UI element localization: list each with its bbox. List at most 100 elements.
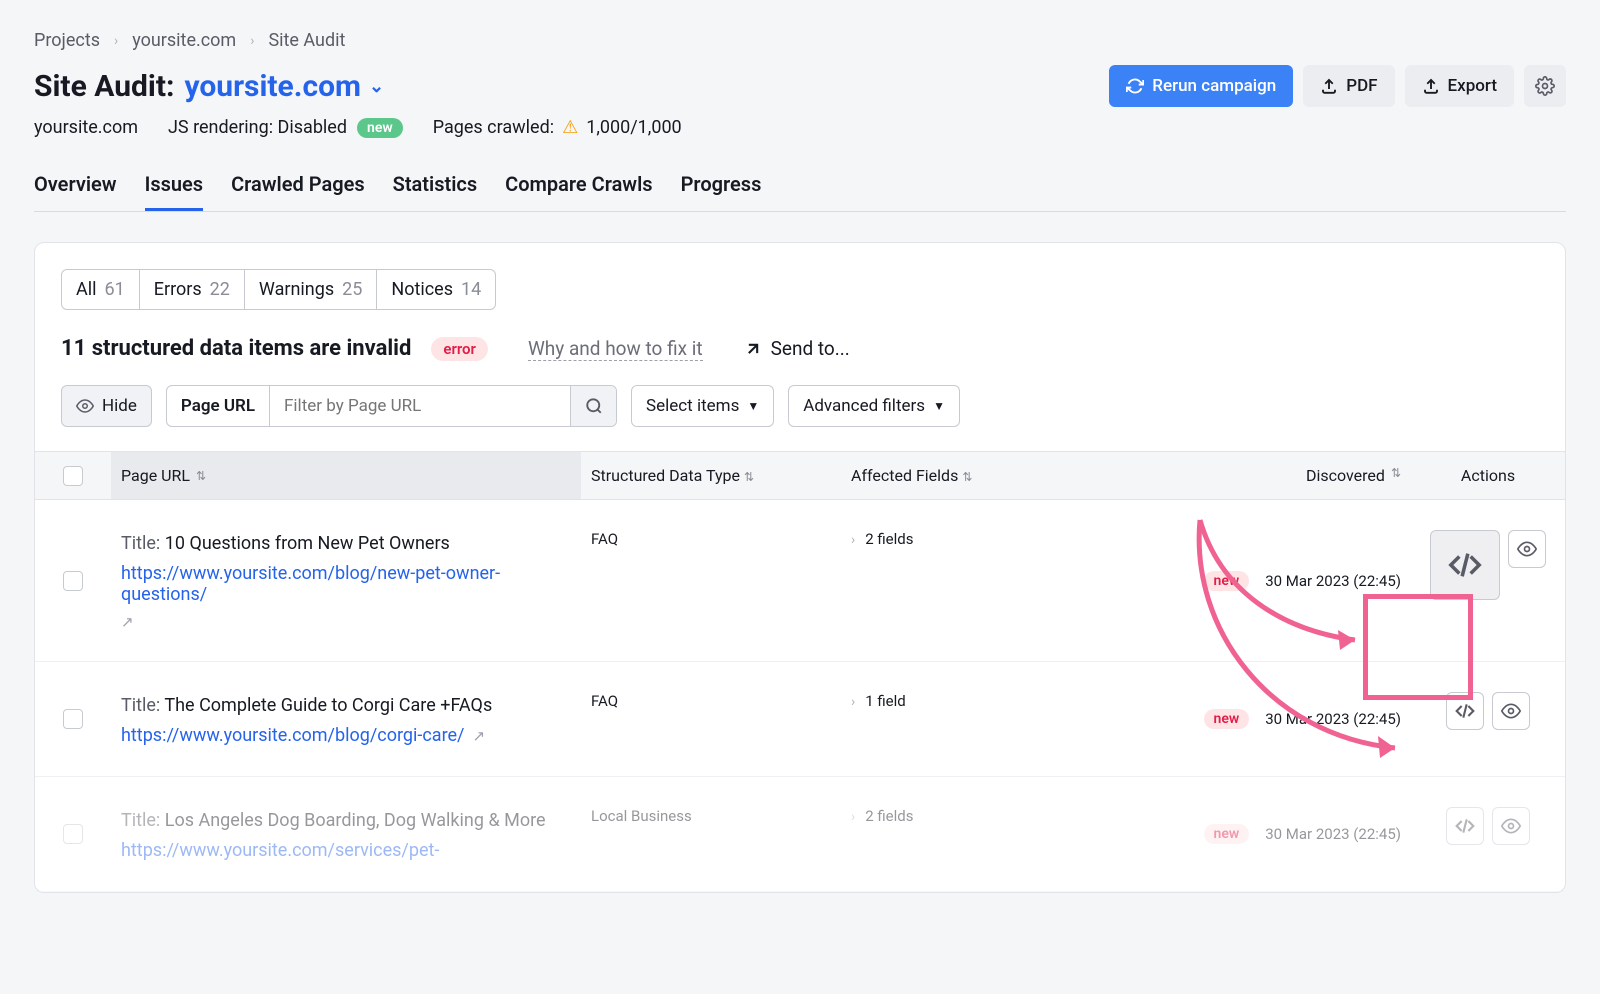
external-link-icon[interactable]: ↗ — [472, 727, 485, 745]
header-fields[interactable]: Affected Fields ⇅ — [841, 452, 1091, 499]
table-row: Title: The Complete Guide to Corgi Care … — [35, 662, 1565, 777]
row-type: Local Business — [581, 793, 841, 875]
row-checkbox[interactable] — [63, 571, 83, 591]
eye-icon — [76, 397, 94, 415]
header-discovered[interactable]: Discovered ⇅ — [1091, 452, 1411, 499]
tabs: Overview Issues Crawled Pages Statistics… — [34, 172, 1566, 212]
send-icon — [743, 339, 763, 359]
breadcrumb-projects[interactable]: Projects — [34, 30, 100, 51]
chevron-right-icon[interactable]: › — [851, 809, 855, 825]
chevron-down-icon: ▼ — [933, 399, 945, 413]
code-icon — [1455, 816, 1475, 836]
row-title: The Complete Guide to Corgi Care +FAQs — [164, 695, 492, 716]
hide-button[interactable]: Hide — [61, 385, 152, 427]
upload-icon — [1320, 77, 1338, 95]
chevron-down-icon: ⌄ — [369, 76, 384, 97]
view-source-button[interactable] — [1446, 807, 1484, 845]
view-page-button[interactable] — [1492, 692, 1530, 730]
header-type[interactable]: Structured Data Type ⇅ — [581, 452, 841, 499]
row-url-link[interactable]: https://www.yoursite.com/services/pet- — [121, 840, 439, 861]
sort-icon: ⇅ — [1391, 466, 1401, 485]
table-row: Title: Los Angeles Dog Boarding, Dog Wal… — [35, 777, 1565, 892]
breadcrumb: Projects › yoursite.com › Site Audit — [34, 30, 1566, 51]
page-title-prefix: Site Audit: — [34, 69, 174, 104]
issue-title: 11 structured data items are invalid — [61, 336, 411, 361]
select-items-dropdown[interactable]: Select items ▼ — [631, 385, 774, 427]
meta-domain: yoursite.com — [34, 117, 138, 138]
new-badge: new — [1204, 571, 1250, 591]
row-title-prefix: Title: — [121, 810, 165, 831]
tab-overview[interactable]: Overview — [34, 172, 117, 211]
view-page-button[interactable] — [1508, 530, 1546, 568]
view-page-button[interactable] — [1492, 807, 1530, 845]
header-actions: Actions — [1411, 452, 1565, 499]
new-badge: new — [1204, 709, 1250, 729]
chevron-right-icon[interactable]: › — [851, 694, 855, 710]
breadcrumb-site[interactable]: yoursite.com — [132, 30, 236, 51]
tab-compare-crawls[interactable]: Compare Crawls — [505, 172, 652, 211]
gear-icon — [1535, 76, 1555, 96]
row-fields: 1 field — [865, 692, 906, 710]
issues-table: Page URL⇅ Structured Data Type ⇅ Affecte… — [35, 451, 1565, 892]
site-name: yoursite.com — [184, 69, 361, 104]
breadcrumb-page[interactable]: Site Audit — [268, 30, 345, 51]
new-badge: new — [1204, 824, 1250, 844]
chevron-right-icon[interactable]: › — [851, 532, 855, 548]
sort-icon: ⇅ — [962, 470, 972, 484]
tab-issues[interactable]: Issues — [145, 172, 204, 211]
why-how-link[interactable]: Why and how to fix it — [528, 337, 703, 361]
tab-crawled-pages[interactable]: Crawled Pages — [231, 172, 365, 211]
search-icon — [585, 397, 603, 415]
code-icon — [1448, 548, 1482, 582]
row-type: FAQ — [581, 678, 841, 760]
seg-notices[interactable]: Notices14 — [377, 270, 495, 309]
settings-button[interactable] — [1524, 65, 1566, 107]
new-badge: new — [357, 118, 403, 138]
seg-all[interactable]: All61 — [62, 270, 140, 309]
rerun-campaign-button[interactable]: Rerun campaign — [1109, 65, 1293, 107]
row-url-link[interactable]: https://www.yoursite.com/blog/corgi-care… — [121, 725, 464, 746]
row-type: FAQ — [581, 516, 841, 645]
export-button[interactable]: Export — [1405, 65, 1514, 107]
issue-type-segments: All61 Errors22 Warnings25 Notices14 — [61, 269, 496, 310]
warning-icon: ⚠ — [562, 117, 578, 138]
site-dropdown[interactable]: yoursite.com ⌄ — [184, 69, 384, 104]
row-discovered: 30 Mar 2023 (22:45) — [1265, 710, 1401, 728]
view-source-button[interactable] — [1430, 530, 1500, 600]
chevron-right-icon: › — [250, 33, 254, 49]
tab-progress[interactable]: Progress — [681, 172, 762, 211]
select-all-checkbox[interactable] — [63, 466, 83, 486]
row-discovered: 30 Mar 2023 (22:45) — [1265, 825, 1401, 843]
external-link-icon[interactable]: ↗ — [121, 613, 134, 631]
page-url-input[interactable] — [270, 386, 570, 426]
issues-panel: All61 Errors22 Warnings25 Notices14 11 s… — [34, 242, 1566, 893]
header-page-url[interactable]: Page URL⇅ — [111, 452, 581, 499]
pdf-button[interactable]: PDF — [1303, 65, 1394, 107]
meta-js-rendering: JS rendering: Disabled — [168, 117, 347, 138]
sort-icon: ⇅ — [196, 469, 206, 483]
send-to-button[interactable]: Send to... — [743, 337, 850, 360]
advanced-filters-dropdown[interactable]: Advanced filters ▼ — [788, 385, 960, 427]
sort-icon: ⇅ — [744, 470, 754, 484]
chevron-down-icon: ▼ — [747, 399, 759, 413]
row-checkbox[interactable] — [63, 824, 83, 844]
row-title: 10 Questions from New Pet Owners — [165, 533, 450, 554]
chevron-right-icon: › — [114, 33, 118, 49]
row-checkbox[interactable] — [63, 709, 83, 729]
eye-icon — [1517, 539, 1537, 559]
page-url-filter: Page URL — [166, 385, 617, 427]
code-icon — [1455, 701, 1475, 721]
row-url-link[interactable]: https://www.yoursite.com/blog/new-pet-ow… — [121, 563, 571, 605]
seg-errors[interactable]: Errors22 — [140, 270, 245, 309]
row-fields: 2 fields — [865, 530, 913, 548]
refresh-icon — [1126, 77, 1144, 95]
row-discovered: 30 Mar 2023 (22:45) — [1265, 572, 1401, 590]
tab-statistics[interactable]: Statistics — [393, 172, 478, 211]
view-source-button[interactable] — [1446, 692, 1484, 730]
eye-icon — [1501, 701, 1521, 721]
page-url-label: Page URL — [167, 386, 270, 426]
row-fields: 2 fields — [865, 807, 913, 825]
seg-warnings[interactable]: Warnings25 — [245, 270, 377, 309]
search-button[interactable] — [570, 386, 616, 426]
table-row: Title: 10 Questions from New Pet Owners … — [35, 500, 1565, 662]
